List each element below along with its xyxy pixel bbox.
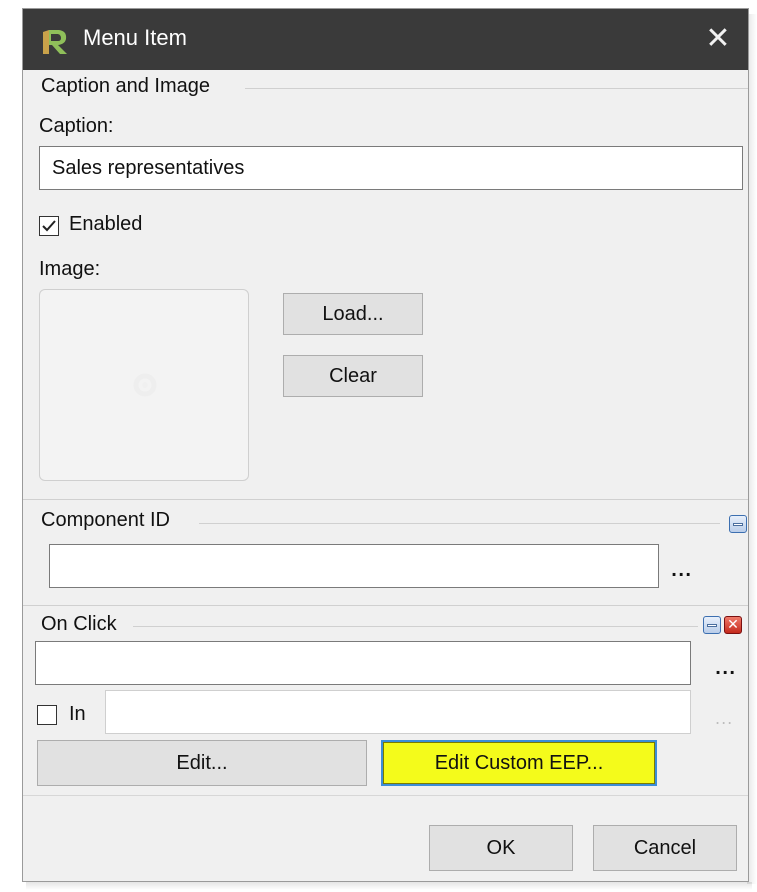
title-bar[interactable]: Menu Item ✕ <box>23 9 748 70</box>
in-label: In <box>69 703 86 725</box>
caption-input[interactable]: Sales representatives <box>39 146 743 190</box>
section-divider <box>199 523 720 524</box>
component-id-browse-button[interactable]: ... <box>671 561 692 580</box>
enabled-checkbox[interactable] <box>39 216 59 236</box>
caption-and-image-header: Caption and Image <box>41 75 211 97</box>
load-button[interactable]: Load... <box>283 293 423 335</box>
on-click-input[interactable] <box>35 641 691 685</box>
image-label: Image: <box>39 258 101 280</box>
edit-button[interactable]: Edit... <box>37 740 367 786</box>
window-shadow-bottom <box>26 882 752 890</box>
close-button[interactable]: ✕ <box>698 19 738 59</box>
on-click-browse-button[interactable]: ... <box>715 659 736 678</box>
image-preview <box>39 289 249 481</box>
image-placeholder-icon <box>133 373 157 397</box>
minimize-icon <box>733 523 743 526</box>
section-separator <box>23 605 748 606</box>
ok-button[interactable]: OK <box>429 825 573 871</box>
footer-divider <box>23 795 748 796</box>
window-title: Menu Item <box>83 25 187 50</box>
component-id-input[interactable] <box>49 544 659 588</box>
in-input[interactable] <box>105 690 691 734</box>
remove-onclick-button[interactable]: ✕ <box>724 616 742 634</box>
menu-item-dialog: Menu Item ✕ Caption and Image Caption: S… <box>22 8 749 882</box>
checkmark-icon <box>42 220 56 232</box>
caption-label: Caption: <box>39 115 114 137</box>
section-separator <box>23 499 748 500</box>
in-browse-button[interactable]: ... <box>715 709 733 728</box>
edit-custom-eep-button[interactable]: Edit Custom EEP... <box>381 740 657 786</box>
close-icon: ✕ <box>727 617 739 633</box>
section-divider <box>245 88 748 89</box>
collapse-component-button[interactable] <box>729 515 747 533</box>
enabled-label: Enabled <box>69 213 143 235</box>
clear-button[interactable]: Clear <box>283 355 423 397</box>
in-checkbox[interactable] <box>37 705 57 725</box>
minimize-icon <box>707 624 717 627</box>
section-divider <box>133 626 698 627</box>
collapse-onclick-button[interactable] <box>703 616 721 634</box>
cancel-button[interactable]: Cancel <box>593 825 737 871</box>
on-click-header: On Click <box>41 613 117 635</box>
component-id-header: Component ID <box>41 509 170 531</box>
app-logo-icon <box>43 30 67 54</box>
